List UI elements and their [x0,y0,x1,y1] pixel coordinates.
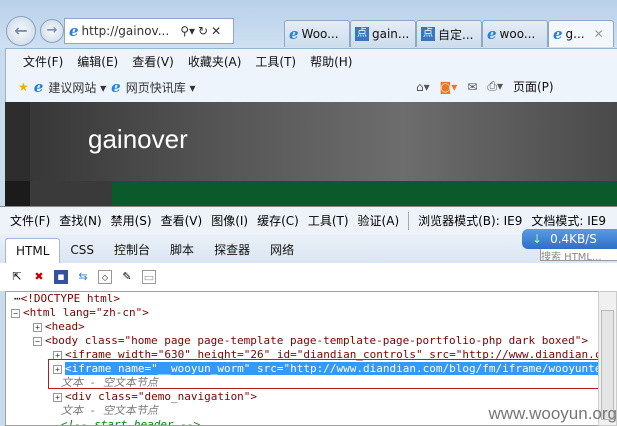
dev-menu-item[interactable]: 验证(A) [358,212,400,229]
tab-active[interactable]: e g... ✕ [548,20,614,47]
page-menu[interactable]: 页面(P) [513,78,554,95]
highlight-box [48,359,598,389]
menu-favorites[interactable]: 收藏夹(A) [188,55,242,69]
collapse-icon: − [33,336,42,346]
word-wrap-icon[interactable]: ◇ [98,270,112,284]
tree-node[interactable]: + <div class="demo_navigation"> [53,390,257,404]
dev-menu-item[interactable]: 缓存(C) [257,212,299,229]
speed-indicator: ↓ 0.4KB/S [522,229,617,249]
edit-icon[interactable]: ✎ [120,270,134,284]
browser-mode-menu[interactable]: 浏览器模式(B): IE9 [418,212,522,229]
dev-menu-item[interactable]: 查找(N) [59,212,101,229]
tab-label: Woo... [301,27,339,41]
tree-node[interactable]: 文本 - 空文本节点 [61,404,158,418]
ie-icon: e [553,25,563,43]
address-input[interactable]: http://gainov... [82,24,170,38]
dev-menu-item[interactable]: 工具(T) [308,212,349,229]
tab-label: 自定... [438,27,474,42]
ie-icon: e [69,22,79,40]
print-icon[interactable]: ⎙▾ [487,79,503,94]
tree-node[interactable]: − <body class="home page page-template pa… [33,334,588,348]
diandian-icon: 点 [421,27,435,41]
tab-script[interactable]: 脚本 [160,238,204,263]
tab[interactable]: e Woo... [284,20,350,47]
html-search-input[interactable]: 搜索 HTML... [540,247,617,261]
refresh-dom-icon[interactable]: ⇆ [76,270,90,284]
speed-value: 0.4KB/S [550,232,597,246]
menu-help[interactable]: 帮助(H) [310,55,352,69]
web-slice-gallery-link[interactable]: 网页快讯库 ▾ [126,79,196,96]
ie-icon: e [111,78,121,96]
dev-menu-item[interactable]: 禁用(S) [111,212,152,229]
ie-icon: e [33,78,44,96]
dev-menu-item[interactable]: 图像(I) [211,212,248,229]
expand-icon: + [53,392,62,402]
document-mode-menu[interactable]: 文档模式: IE9 [531,212,606,229]
search-icon[interactable]: ⚲▾ [180,24,195,38]
tab-network[interactable]: 网络 [260,238,304,263]
tab-label: g... [565,27,585,41]
address-bar[interactable]: e http://gainov... ⚲▾ ↻ ✕ [64,18,234,44]
tab[interactable]: e woo... [482,20,548,47]
site-title[interactable]: gainover [88,124,188,155]
clear-icon[interactable]: ✖ [32,270,46,284]
mail-icon[interactable]: ✉ [467,80,477,94]
save-icon[interactable]: ▪ [54,270,68,284]
back-button[interactable]: ← [6,16,36,46]
stop-icon[interactable]: ✕ [211,24,221,38]
select-element-icon[interactable]: ⇱ [10,270,24,284]
home-icon[interactable]: ⌂▾ [416,80,430,94]
tab-profiler[interactable]: 探查器 [204,238,260,263]
collapse-icon: − [11,308,20,318]
tab-html[interactable]: HTML [5,238,61,263]
devtools-toolbar: ⇱ ✖ ▪ ⇆ ◇ ✎ ▭ [0,263,617,291]
tab-console[interactable]: 控制台 [104,238,160,263]
tab[interactable]: 点 gain... [350,20,416,47]
refresh-icon[interactable]: ↻ [198,24,208,38]
menu-tools[interactable]: 工具(T) [255,55,296,69]
tab[interactable]: 点自定... [416,20,482,47]
expand-icon: + [33,322,42,332]
tree-node[interactable]: ⋯<!DOCTYPE html> [14,292,120,306]
separator [408,211,410,230]
nav-band [5,181,617,206]
tree-node[interactable]: + <head> [33,320,85,334]
download-arrow-icon: ↓ [532,232,543,246]
forward-button[interactable]: → [40,19,64,43]
tree-node[interactable]: − <html lang="zh-cn"> [11,306,149,320]
menu-file[interactable]: 文件(F) [23,55,63,69]
menu-edit[interactable]: 编辑(E) [77,55,118,69]
menu-bar: 文件(F) 编辑(E) 查看(V) 收藏夹(A) 工具(T) 帮助(H) ★ e 建议网站 … [5,48,617,102]
menu-view[interactable]: 查看(V) [132,55,174,69]
dev-menu-item[interactable]: 文件(F) [10,212,50,229]
watermark: www.wooyun.org [488,404,617,423]
tree-node[interactable]: <!-- start header --> [61,418,200,425]
suggested-sites-link[interactable]: 建议网站 ▾ [48,79,106,96]
dev-menu-item[interactable]: 查看(V) [161,212,203,229]
close-tab-icon[interactable]: ✕ [594,27,604,41]
ie-icon: e [289,25,299,43]
diandian-icon: 点 [355,27,369,41]
ie-icon: e [487,25,497,43]
layout-icon[interactable]: ▭ [142,270,156,284]
rss-icon[interactable]: ◙▾ [440,80,458,94]
tab-label: gain... [372,27,410,41]
tab-label: woo... [499,27,536,41]
favorites-star-icon[interactable]: ★ [18,80,29,94]
tab-css[interactable]: CSS [60,238,104,263]
